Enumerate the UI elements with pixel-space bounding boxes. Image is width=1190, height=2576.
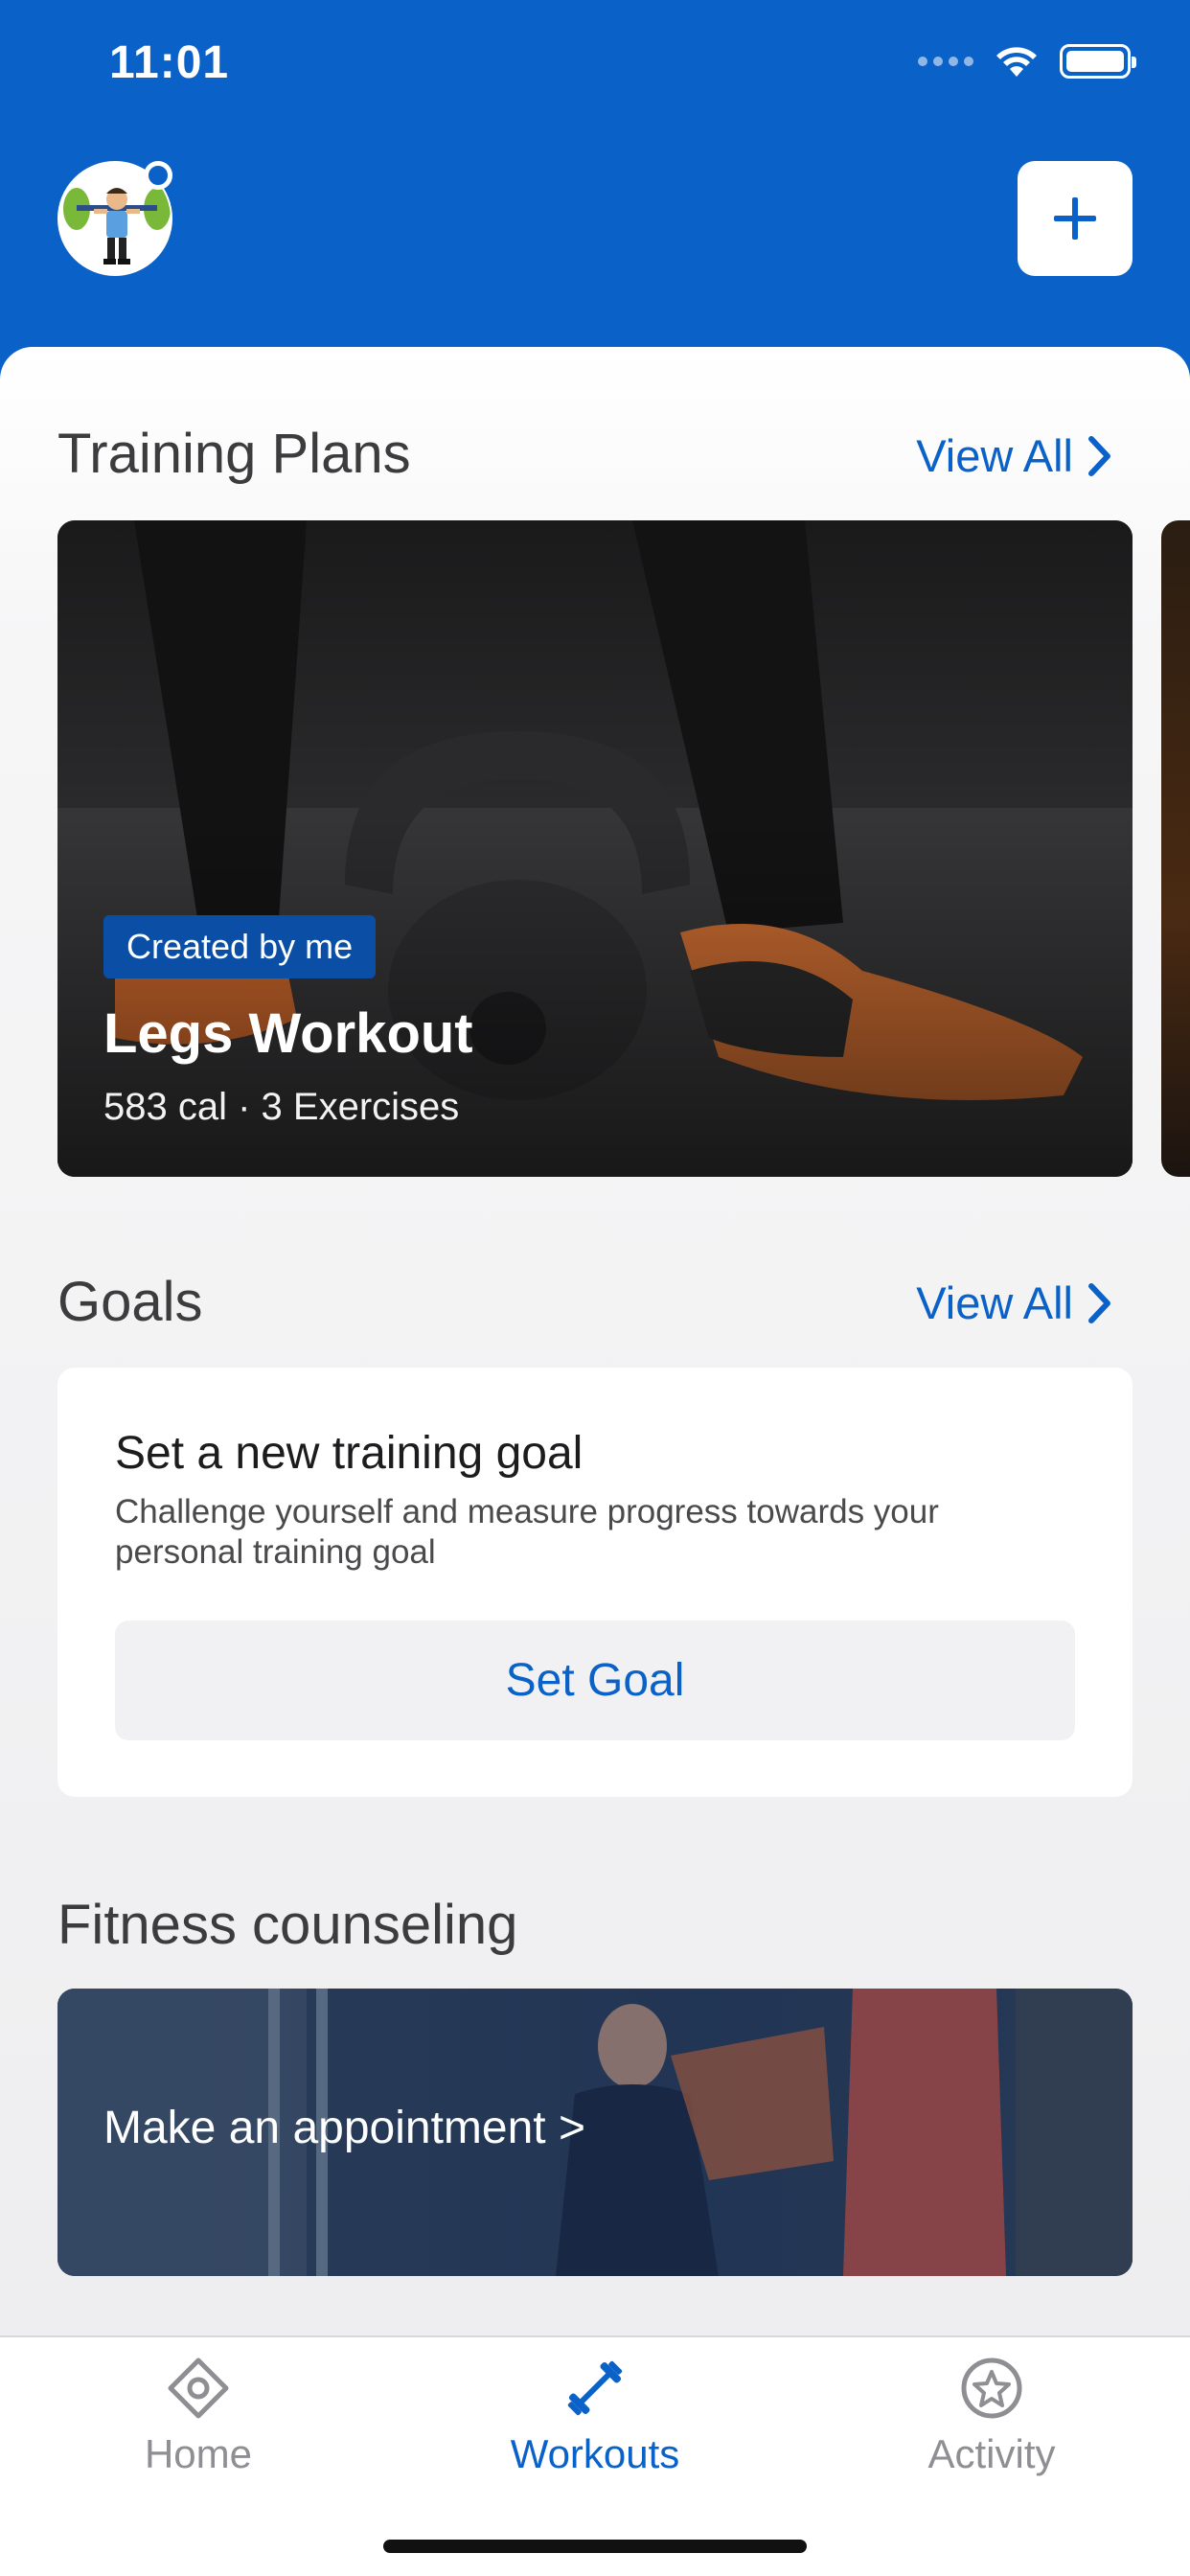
tab-workouts-label: Workouts [510, 2431, 680, 2476]
tab-home-label: Home [144, 2431, 253, 2476]
status-icons [918, 44, 1136, 79]
goal-card-description: Challenge yourself and measure progress … [115, 1493, 939, 1571]
plan-meta: 583 cal · 3 Exercises [103, 1086, 460, 1128]
notification-dot [144, 161, 172, 190]
battery-icon [1060, 44, 1136, 79]
next-plan-card-peek[interactable] [1161, 520, 1190, 1177]
make-appointment-link[interactable]: Make an appointment > [103, 2102, 585, 2154]
training-plan-card[interactable]: Created by me Legs Workout 583 cal · 3 E… [57, 520, 1133, 1177]
plus-icon [1054, 197, 1096, 240]
goal-card: Set a new training goal Challenge yourse… [57, 1368, 1133, 1797]
kettlebell-photo [57, 520, 1133, 1177]
status-time: 11:01 [109, 37, 230, 88]
status-bar: 11:01 [0, 0, 1190, 134]
fitness-counseling-title: Fitness counseling [57, 1894, 518, 1956]
chevron-right-icon [1088, 435, 1110, 476]
chevron-right-icon [1088, 1282, 1110, 1323]
dumbbell-icon [567, 2360, 623, 2416]
goal-card-title: Set a new training goal [115, 1428, 584, 1479]
tab-activity[interactable]: Activity [793, 2337, 1190, 2510]
cellular-signal-icon [918, 57, 973, 66]
home-indicator [383, 2540, 807, 2553]
header [0, 134, 1190, 355]
goals-title: Goals [57, 1271, 203, 1333]
tab-home[interactable]: Home [0, 2337, 397, 2510]
created-by-me-badge: Created by me [103, 915, 377, 978]
star-badge-icon [961, 2358, 1022, 2419]
view-all-label: View All [916, 1277, 1073, 1328]
tab-workouts[interactable]: Workouts [397, 2337, 793, 2510]
goals-view-all[interactable]: View All [916, 1276, 1113, 1329]
home-target-icon [168, 2358, 229, 2419]
appointment-card[interactable]: Make an appointment > [57, 1989, 1133, 2276]
training-plans-title: Training Plans [57, 423, 411, 485]
training-plans-view-all[interactable]: View All [916, 429, 1113, 482]
view-all-label: View All [916, 430, 1073, 481]
tab-activity-label: Activity [927, 2431, 1056, 2476]
add-button[interactable] [1018, 161, 1133, 276]
wifi-icon [996, 47, 1037, 77]
set-goal-button[interactable]: Set Goal [115, 1621, 1075, 1740]
plan-title: Legs Workout [103, 1002, 473, 1065]
